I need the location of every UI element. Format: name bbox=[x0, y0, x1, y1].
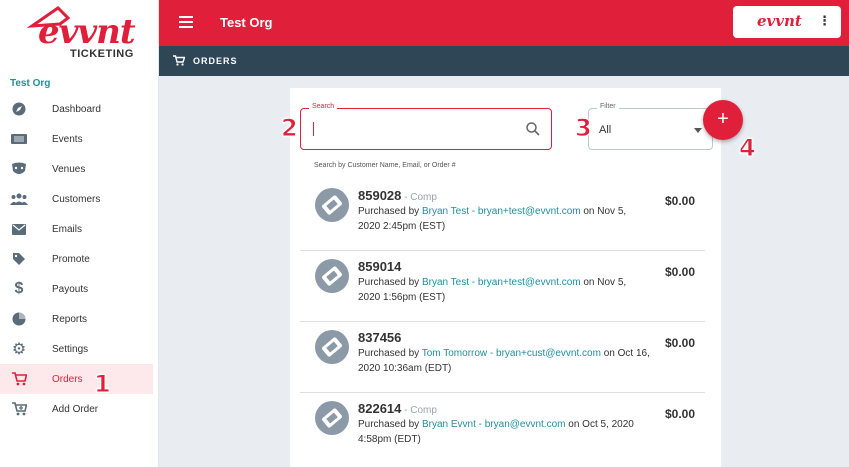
order-description: Purchased by Bryan Test - bryan+test@evv… bbox=[358, 206, 627, 232]
ticket-icon bbox=[10, 130, 28, 148]
order-tag: - Comp bbox=[401, 192, 437, 203]
order-description: Purchased by Tom Tomorrow - bryan+cust@e… bbox=[358, 348, 650, 374]
sidebar-item-label: Venues bbox=[52, 163, 86, 175]
order-row[interactable]: 837456 Purchased by Tom Tomorrow - bryan… bbox=[300, 322, 705, 393]
cart-icon bbox=[10, 370, 28, 388]
gear-icon: ⚙ bbox=[11, 341, 27, 358]
search-icon[interactable] bbox=[525, 121, 541, 137]
customer-link[interactable]: Bryan Test - bryan+test@evvnt.com bbox=[422, 206, 581, 217]
ticket-icon bbox=[315, 259, 349, 293]
logo-word: evvnt bbox=[38, 12, 136, 52]
dollar-icon: $ bbox=[14, 280, 24, 297]
order-row[interactable]: 859014 Purchased by Bryan Test - bryan+t… bbox=[300, 251, 705, 322]
order-tag: - Comp bbox=[401, 405, 437, 416]
theater-icon bbox=[10, 160, 28, 178]
sidebar: evvnt TICKETING Test Org Dashboard Event… bbox=[0, 0, 159, 467]
pie-chart-icon bbox=[10, 310, 28, 328]
orders-list: 859028 - Comp Purchased by Bryan Test - … bbox=[300, 180, 705, 464]
sidebar-item-label: Customers bbox=[52, 193, 101, 205]
sidebar-item-orders[interactable]: Orders bbox=[0, 364, 153, 394]
sidebar-item-events[interactable]: Events bbox=[0, 124, 159, 154]
filter-select[interactable]: Filter All bbox=[588, 103, 713, 150]
order-row[interactable]: 859028 - Comp Purchased by Bryan Test - … bbox=[300, 180, 705, 251]
sidebar-item-label: Reports bbox=[52, 313, 88, 325]
order-number[interactable]: 837456 bbox=[358, 330, 401, 345]
customer-link[interactable]: Bryan Test - bryan+test@evvnt.com bbox=[422, 277, 581, 288]
sidebar-item-label: Emails bbox=[52, 223, 83, 235]
compass-icon bbox=[10, 100, 28, 118]
order-amount: $0.00 bbox=[664, 194, 695, 208]
sidebar-item-reports[interactable]: Reports bbox=[0, 304, 159, 334]
customer-link[interactable]: Tom Tomorrow - bryan+cust@evvnt.com bbox=[422, 348, 601, 359]
sidebar-item-label: Payouts bbox=[52, 283, 89, 295]
tag-icon bbox=[10, 250, 28, 268]
sidebar-item-dashboard[interactable]: Dashboard bbox=[0, 94, 159, 124]
more-vert-icon[interactable]: ⋮ bbox=[818, 13, 831, 29]
order-number[interactable]: 822614 - Comp bbox=[358, 401, 437, 416]
search-hint: Search by Customer Name, Email, or Order… bbox=[314, 162, 456, 169]
order-amount: $0.00 bbox=[664, 336, 695, 350]
sidebar-item-promote[interactable]: Promote bbox=[0, 244, 159, 274]
sidebar-item-label: Events bbox=[52, 133, 83, 145]
sidebar-item-emails[interactable]: Emails bbox=[0, 214, 159, 244]
order-description: Purchased by Bryan Test - bryan+test@evv… bbox=[358, 277, 627, 303]
search-field[interactable]: Search bbox=[300, 103, 552, 150]
order-description: Purchased by Bryan Evvnt - bryan@evvnt.c… bbox=[358, 419, 634, 445]
sidebar-item-venues[interactable]: Venues bbox=[0, 154, 159, 184]
annotation-badge: 3 bbox=[575, 114, 593, 143]
org-label: Test Org bbox=[10, 78, 51, 89]
chevron-down-icon bbox=[694, 128, 702, 133]
annotation-badge: 4 bbox=[739, 134, 757, 163]
sidebar-nav: Dashboard Events Venues Customers Emails bbox=[0, 94, 159, 424]
top-app-bar: Test Org evvnt ⋮ bbox=[159, 0, 849, 46]
customer-link[interactable]: Bryan Evvnt - bryan@evvnt.com bbox=[422, 419, 566, 430]
mail-icon bbox=[10, 220, 28, 238]
ticket-icon bbox=[315, 330, 349, 364]
sidebar-item-label: Dashboard bbox=[52, 103, 101, 115]
ticket-icon bbox=[315, 188, 349, 222]
cart-add-icon bbox=[10, 400, 28, 418]
people-icon bbox=[10, 190, 28, 208]
order-amount: $0.00 bbox=[664, 265, 695, 279]
sidebar-item-label: Promote bbox=[52, 253, 90, 265]
order-number[interactable]: 859014 bbox=[358, 259, 401, 274]
order-row[interactable]: 822614 - Comp Purchased by Bryan Evvnt -… bbox=[300, 393, 705, 464]
annotation-badge: 2 bbox=[281, 114, 299, 143]
search-input[interactable] bbox=[317, 119, 507, 139]
brand-button-label: evvnt bbox=[757, 12, 802, 30]
sidebar-item-label: Orders bbox=[52, 373, 83, 385]
evvnt-logo[interactable]: evvnt TICKETING bbox=[18, 4, 142, 66]
sidebar-item-settings[interactable]: ⚙ Settings bbox=[0, 334, 159, 364]
hamburger-menu-icon[interactable] bbox=[179, 16, 193, 28]
add-order-button[interactable]: + bbox=[703, 100, 743, 140]
sidebar-item-label: Add Order bbox=[52, 403, 99, 415]
sidebar-item-label: Settings bbox=[52, 343, 89, 355]
brand-account-button[interactable]: evvnt ⋮ bbox=[733, 6, 841, 38]
sidebar-item-customers[interactable]: Customers bbox=[0, 184, 159, 214]
order-amount: $0.00 bbox=[664, 407, 695, 421]
sidebar-item-add-order[interactable]: Add Order bbox=[0, 394, 159, 424]
sidebar-item-payouts[interactable]: $ Payouts bbox=[0, 274, 159, 304]
logo-subtitle: TICKETING bbox=[70, 48, 134, 60]
search-legend: Search bbox=[309, 103, 338, 110]
annotation-badge: 1 bbox=[94, 370, 112, 399]
section-header: ORDERS bbox=[159, 46, 849, 76]
filter-value: All bbox=[599, 124, 612, 136]
section-title: ORDERS bbox=[193, 56, 238, 66]
filter-legend: Filter bbox=[597, 103, 619, 110]
text-caret bbox=[313, 122, 314, 136]
page-title: Test Org bbox=[220, 15, 273, 30]
ticket-icon bbox=[315, 401, 349, 435]
cart-icon bbox=[173, 55, 186, 69]
order-number[interactable]: 859028 - Comp bbox=[358, 188, 437, 203]
